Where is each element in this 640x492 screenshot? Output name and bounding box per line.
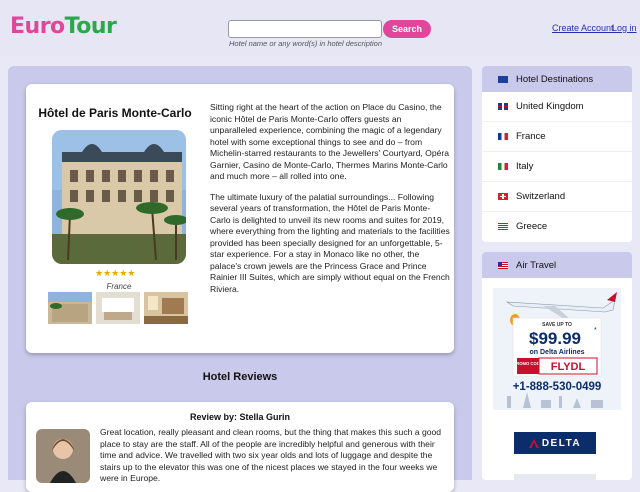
delta-widget-icon (528, 438, 539, 448)
ad-save-text: SAVE UP TO (542, 322, 572, 328)
hotel-name: Hôtel de Paris Monte-Carlo (38, 106, 192, 120)
sidebar-item-france[interactable]: France (482, 122, 632, 152)
sidebar-item-united-kingdom[interactable]: United Kingdom (482, 92, 632, 122)
hotel-country: France (106, 282, 132, 291)
us-flag-icon (498, 261, 508, 269)
delta-promo-ad[interactable]: SAVE UP TO $99.99 * on Delta Airlines PR… (493, 288, 621, 410)
eu-flag-icon (498, 75, 508, 83)
hotel-description-paragraph-2: The ultimate luxury of the palatial surr… (210, 191, 450, 294)
greece-flag-icon (498, 223, 508, 230)
sidebar-item-italy[interactable]: Italy (482, 152, 632, 182)
sidebar-item-switzerland[interactable]: Switzerland (482, 182, 632, 212)
delta-logo[interactable]: DELTA (514, 432, 596, 454)
login-link[interactable]: Log in (612, 23, 637, 33)
create-account-link[interactable]: Create Account (552, 23, 614, 33)
ad-airline-line: on Delta Airlines (530, 349, 585, 356)
review-author: Review by: Stella Gurin (189, 412, 291, 422)
hotel-thumbnail-3[interactable] (144, 292, 188, 324)
star-rating: ★★★★★ (95, 268, 136, 278)
ad-phone: +1-888-530-0499 (513, 381, 602, 393)
search-hint: Hotel name or any word(s) in hotel descr… (229, 39, 382, 48)
air-travel-header: Air Travel (482, 252, 632, 278)
main-content: Hôtel de Paris Monte-Carlo ★★★★★ France … (8, 66, 472, 492)
ad-price: $99.99 (529, 329, 581, 348)
destinations-panel: Hotel Destinations United Kingdom France… (482, 66, 632, 242)
hotel-thumbnail-2[interactable] (96, 292, 140, 324)
switzerland-flag-icon (498, 193, 508, 200)
destinations-header: Hotel Destinations (482, 66, 632, 92)
reviews-heading: Hotel Reviews (202, 371, 278, 383)
italy-flag-icon (498, 163, 508, 170)
ad-artwork: SAVE UP TO $99.99 * on Delta Airlines PR… (493, 288, 621, 410)
next-ad-edge (514, 474, 596, 480)
hotel-description: Sitting right at the heart of the action… (210, 102, 450, 304)
sidebar-item-greece[interactable]: Greece (482, 212, 632, 241)
france-flag-icon (498, 133, 508, 140)
site-header: EuroTour Hotel name or any word(s) in ho… (0, 0, 640, 56)
search-button[interactable]: Search (383, 20, 431, 38)
hotel-description-paragraph-1: Sitting right at the heart of the action… (210, 102, 450, 181)
ad-asterisk: * (594, 327, 597, 334)
review-text: Great location, really pleasant and clea… (100, 427, 442, 483)
ad-promo-code: FLYDL (551, 361, 586, 373)
hotel-thumbnail-1[interactable] (48, 292, 92, 324)
review-card: Review by: Stella Gurin Great location, … (26, 402, 454, 492)
ad-promo-label: PROMO CODE (513, 361, 542, 366)
uk-flag-icon (498, 103, 508, 110)
eurotour-logo[interactable]: EuroTour (10, 14, 117, 39)
search-input[interactable] (228, 20, 382, 38)
hotel-photo[interactable] (52, 130, 186, 264)
reviewer-avatar (36, 429, 90, 483)
hotel-card: Hôtel de Paris Monte-Carlo ★★★★★ France … (26, 84, 454, 353)
